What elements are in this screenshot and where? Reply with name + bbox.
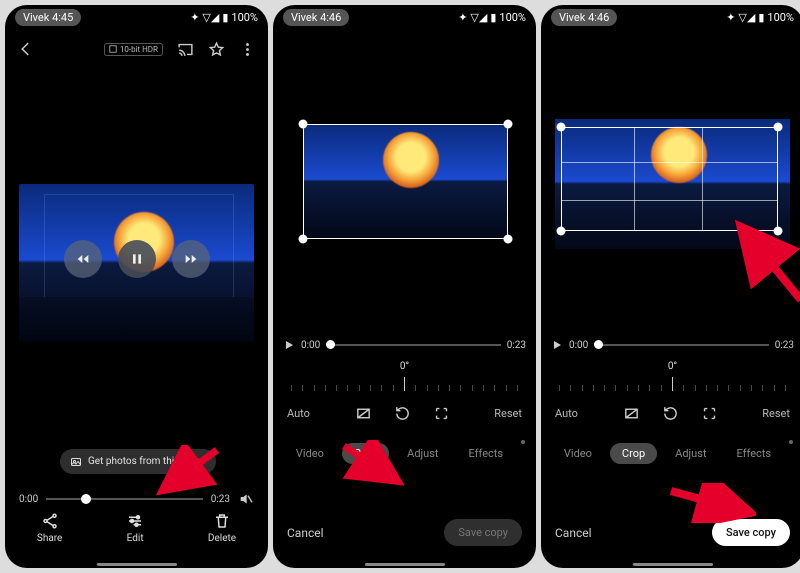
rotate-icon[interactable] xyxy=(394,405,411,422)
save-copy-button[interactable]: Save copy xyxy=(712,519,790,546)
angle-label: 0° xyxy=(273,361,536,372)
phone-screenshot-1: Vivek 4:45 ✦ ▽◢ ▮ 100% 10-bit HDR xyxy=(5,5,268,568)
aspect-icon[interactable] xyxy=(355,405,372,422)
battery-icon: ▮ xyxy=(222,11,228,24)
more-icon[interactable] xyxy=(239,41,256,58)
editor-scrubber[interactable]: 0:00 0:23 xyxy=(283,339,526,351)
crop-tool-row: Auto Reset xyxy=(273,405,536,422)
back-icon[interactable] xyxy=(17,40,35,58)
tab-adjust[interactable]: Adjust xyxy=(395,443,450,464)
battery-percent: 100% xyxy=(767,11,794,24)
battery-percent: 100% xyxy=(231,11,258,24)
battery-percent: 100% xyxy=(499,11,526,24)
edit-tabs: Video Crop Adjust Effects xyxy=(541,443,800,464)
crop-preview[interactable] xyxy=(555,119,790,249)
crop-handle-bl[interactable] xyxy=(557,227,566,236)
tab-video[interactable]: Video xyxy=(284,443,336,464)
tab-adjust[interactable]: Adjust xyxy=(663,443,718,464)
more-tabs-indicator xyxy=(521,440,525,444)
play-icon[interactable] xyxy=(551,339,563,351)
gesture-bar xyxy=(97,563,177,566)
crop-handle-tl[interactable] xyxy=(557,123,566,132)
phone-screenshot-3: Vivek 4:46 ✦ ▽◢ ▮ 100% 0:00 0:23 0° xyxy=(541,5,800,568)
video-scrubber[interactable]: 0:00 0:23 xyxy=(19,489,254,509)
time-start: 0:00 xyxy=(19,494,38,505)
transform-icon[interactable] xyxy=(701,405,718,422)
status-time-pill: Vivek 4:46 xyxy=(283,9,349,26)
rewind-button[interactable] xyxy=(64,240,102,278)
battery-icon: ▮ xyxy=(490,11,496,24)
crop-handle-tl[interactable] xyxy=(299,120,308,129)
cast-icon[interactable] xyxy=(177,41,194,58)
crop-handle-br[interactable] xyxy=(774,227,783,236)
time-start: 0:00 xyxy=(569,340,588,351)
pause-button[interactable] xyxy=(118,240,156,278)
tab-video[interactable]: Video xyxy=(552,443,604,464)
crop-handle-bl[interactable] xyxy=(299,235,308,244)
crop-tool-row: Auto Reset xyxy=(541,405,800,422)
signal-icon: ▽◢ xyxy=(202,11,219,24)
forward-button[interactable] xyxy=(172,240,210,278)
bottom-action-bar: Share Edit Delete xyxy=(5,512,268,560)
tab-effects[interactable]: Effects xyxy=(457,443,516,464)
status-bar: Vivek 4:46 ✦ ▽◢ ▮ 100% xyxy=(541,5,800,29)
signal-icon: ▽◢ xyxy=(470,11,487,24)
wifi-icon: ✦ xyxy=(726,11,735,24)
status-bar: Vivek 4:46 ✦ ▽◢ ▮ 100% xyxy=(273,5,536,29)
tab-crop[interactable]: Crop xyxy=(610,443,657,464)
crop-preview[interactable] xyxy=(303,124,508,239)
gesture-bar xyxy=(365,563,445,566)
transform-icon[interactable] xyxy=(433,405,450,422)
mute-icon[interactable] xyxy=(238,491,254,507)
aspect-icon[interactable] xyxy=(623,405,640,422)
save-copy-button[interactable]: Save copy xyxy=(444,519,522,546)
time-end: 0:23 xyxy=(775,340,794,351)
crop-handle-tr[interactable] xyxy=(504,120,513,129)
time-end: 0:23 xyxy=(211,494,230,505)
hdr-badge: 10-bit HDR xyxy=(104,43,163,56)
crop-handle-br[interactable] xyxy=(504,235,513,244)
video-preview[interactable] xyxy=(19,184,254,342)
rotate-icon[interactable] xyxy=(662,405,679,422)
angle-ruler[interactable] xyxy=(559,375,786,391)
reset-button[interactable]: Reset xyxy=(762,407,790,420)
play-icon[interactable] xyxy=(283,339,295,351)
tab-effects[interactable]: Effects xyxy=(725,443,784,464)
status-bar: Vivek 4:45 ✦ ▽◢ ▮ 100% xyxy=(5,5,268,29)
crop-handle-tr[interactable] xyxy=(774,123,783,132)
cancel-button[interactable]: Cancel xyxy=(287,526,324,540)
auto-button[interactable]: Auto xyxy=(287,407,310,420)
angle-label: 0° xyxy=(541,361,800,372)
get-photos-chip[interactable]: Get photos from this video xyxy=(60,449,216,474)
phone-screenshot-2: Vivek 4:46 ✦ ▽◢ ▮ 100% 0:00 0:23 0° xyxy=(273,5,536,568)
star-icon[interactable] xyxy=(208,41,225,58)
time-start: 0:00 xyxy=(301,340,320,351)
time-end: 0:23 xyxy=(507,340,526,351)
cancel-button[interactable]: Cancel xyxy=(555,526,592,540)
editor-scrubber[interactable]: 0:00 0:23 xyxy=(551,339,794,351)
wifi-icon: ✦ xyxy=(458,11,467,24)
battery-icon: ▮ xyxy=(758,11,764,24)
auto-button[interactable]: Auto xyxy=(555,407,578,420)
signal-icon: ▽◢ xyxy=(738,11,755,24)
top-toolbar: 10-bit HDR xyxy=(5,29,268,69)
status-time-pill: Vivek 4:46 xyxy=(551,9,617,26)
angle-ruler[interactable] xyxy=(291,375,518,391)
edit-button[interactable]: Edit xyxy=(126,512,144,544)
tab-crop[interactable]: Crop xyxy=(342,443,389,464)
edit-tabs: Video Crop Adjust Effects xyxy=(273,443,536,464)
wifi-icon: ✦ xyxy=(190,11,199,24)
reset-button[interactable]: Reset xyxy=(494,407,522,420)
share-button[interactable]: Share xyxy=(37,512,62,544)
status-time-pill: Vivek 4:45 xyxy=(15,9,81,26)
more-tabs-indicator xyxy=(789,440,793,444)
gesture-bar xyxy=(633,563,713,566)
delete-button[interactable]: Delete xyxy=(208,512,236,544)
chip-label: Get photos from this video xyxy=(88,456,206,467)
